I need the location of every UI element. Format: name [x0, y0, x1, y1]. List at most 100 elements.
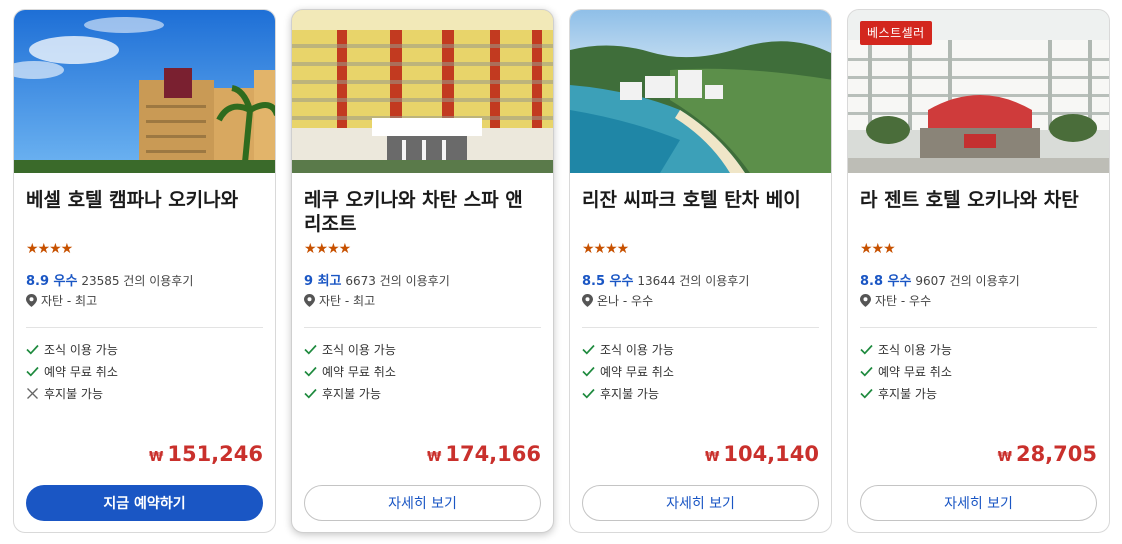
- review-count: 9607 건의 이용후기: [915, 274, 1020, 288]
- divider: [582, 327, 819, 328]
- star-rating: ★★★: [860, 241, 896, 257]
- price: ₩ 28,705: [998, 442, 1097, 466]
- check-icon: [304, 366, 317, 377]
- feature-item: 후지불 가능: [26, 382, 118, 404]
- review-summary: 9 최고 6673 건의 이용후기: [304, 270, 450, 289]
- hotel-name[interactable]: 라 젠트 호텔 오키나와 차탄: [860, 188, 1100, 212]
- review-score: 8.8 우수: [860, 274, 912, 289]
- feature-label: 후지불 가능: [600, 386, 660, 401]
- feature-label: 예약 무료 취소: [44, 364, 118, 379]
- check-icon: [582, 344, 595, 355]
- price-value: 104,140: [723, 442, 819, 466]
- feature-list: 조식 이용 가능 예약 무료 취소 후지불 가능: [582, 338, 674, 404]
- currency-symbol: ₩: [997, 450, 1012, 465]
- hotel-name[interactable]: 리잔 씨파크 호텔 탄차 베이: [582, 188, 822, 212]
- bestseller-badge: 베스트셀러: [860, 21, 932, 45]
- map-pin-icon: [582, 294, 593, 307]
- check-icon: [582, 388, 595, 399]
- feature-label: 조식 이용 가능: [322, 342, 396, 357]
- location: 자탄 - 우수: [860, 292, 931, 309]
- feature-label: 후지불 가능: [322, 386, 382, 401]
- currency-symbol: ₩: [427, 450, 442, 465]
- feature-item: 예약 무료 취소: [26, 360, 118, 382]
- feature-label: 조식 이용 가능: [44, 342, 118, 357]
- location: 자탄 - 최고: [304, 292, 375, 309]
- feature-label: 조식 이용 가능: [600, 342, 674, 357]
- location-label: 자탄 - 우수: [875, 294, 932, 308]
- hotel-photo[interactable]: [14, 10, 275, 173]
- feature-list: 조식 이용 가능 예약 무료 취소 후지불 가능: [860, 338, 952, 404]
- review-score: 9 최고: [304, 274, 342, 289]
- map-pin-icon: [860, 294, 871, 307]
- check-icon: [860, 388, 873, 399]
- feature-item: 예약 무료 취소: [582, 360, 674, 382]
- feature-label: 후지불 가능: [44, 386, 104, 401]
- location-label: 자탄 - 최고: [41, 294, 98, 308]
- check-icon: [304, 344, 317, 355]
- check-icon: [582, 366, 595, 377]
- price: ₩ 104,140: [705, 442, 819, 466]
- feature-item: 조식 이용 가능: [860, 338, 952, 360]
- hotel-card[interactable]: 레쿠 오키나와 차탄 스파 앤 리조트 ★★★★ 9 최고 6673 건의 이용…: [291, 9, 554, 533]
- review-count: 6673 건의 이용후기: [345, 274, 450, 288]
- hotel-card[interactable]: 베셀 호텔 캠파나 오키나와 ★★★★ 8.9 우수 23585 건의 이용후기…: [13, 9, 276, 533]
- price: ₩ 151,246: [149, 442, 263, 466]
- hotel-photo[interactable]: [570, 10, 831, 173]
- view-details-button[interactable]: 자세히 보기: [582, 485, 819, 521]
- hotel-card[interactable]: 리잔 씨파크 호텔 탄차 베이 ★★★★ 8.5 우수 13644 건의 이용후…: [569, 9, 832, 533]
- hotel-card-list: 베셀 호텔 캠파나 오키나와 ★★★★ 8.9 우수 23585 건의 이용후기…: [0, 0, 1122, 544]
- price-value: 28,705: [1015, 442, 1097, 466]
- review-count: 13644 건의 이용후기: [637, 274, 750, 288]
- view-details-button[interactable]: 자세히 보기: [860, 485, 1097, 521]
- feature-label: 예약 무료 취소: [322, 364, 396, 379]
- feature-list: 조식 이용 가능 예약 무료 취소 후지불 가능: [304, 338, 396, 404]
- check-icon: [860, 344, 873, 355]
- feature-label: 예약 무료 취소: [600, 364, 674, 379]
- hotel-name[interactable]: 베셀 호텔 캠파나 오키나와: [26, 188, 266, 212]
- star-rating: ★★★★: [26, 241, 73, 257]
- cross-icon: [27, 387, 38, 399]
- feature-item: 조식 이용 가능: [304, 338, 396, 360]
- feature-label: 예약 무료 취소: [878, 364, 952, 379]
- hotel-photo[interactable]: [292, 10, 553, 173]
- review-summary: 8.8 우수 9607 건의 이용후기: [860, 270, 1020, 289]
- review-count: 23585 건의 이용후기: [81, 274, 194, 288]
- price: ₩ 174,166: [427, 442, 541, 466]
- feature-item: 조식 이용 가능: [582, 338, 674, 360]
- review-summary: 8.9 우수 23585 건의 이용후기: [26, 270, 193, 289]
- feature-item: 후지불 가능: [304, 382, 396, 404]
- map-pin-icon: [304, 294, 315, 307]
- book-now-button[interactable]: 지금 예약하기: [26, 485, 263, 521]
- divider: [304, 327, 541, 328]
- divider: [860, 327, 1097, 328]
- feature-item: 예약 무료 취소: [860, 360, 952, 382]
- map-pin-icon: [26, 294, 37, 307]
- feature-label: 후지불 가능: [878, 386, 938, 401]
- view-details-button[interactable]: 자세히 보기: [304, 485, 541, 521]
- feature-item: 예약 무료 취소: [304, 360, 396, 382]
- check-icon: [860, 366, 873, 377]
- check-icon: [26, 366, 39, 377]
- location: 온나 - 우수: [582, 292, 653, 309]
- currency-symbol: ₩: [705, 450, 720, 465]
- location: 자탄 - 최고: [26, 292, 97, 309]
- hotel-card[interactable]: 베스트셀러 라 젠트 호텔 오키나와 차탄 ★★★ 8.8 우수 9607 건의…: [847, 9, 1110, 533]
- feature-item: 조식 이용 가능: [26, 338, 118, 360]
- feature-item: 후지불 가능: [860, 382, 952, 404]
- review-score: 8.5 우수: [582, 274, 634, 289]
- review-score: 8.9 우수: [26, 274, 78, 289]
- star-rating: ★★★★: [304, 241, 351, 257]
- check-icon: [304, 388, 317, 399]
- location-label: 자탄 - 최고: [319, 294, 376, 308]
- check-icon: [26, 344, 39, 355]
- hotel-name[interactable]: 레쿠 오키나와 차탄 스파 앤 리조트: [304, 188, 544, 236]
- star-rating: ★★★★: [582, 241, 629, 257]
- feature-item: 후지불 가능: [582, 382, 674, 404]
- feature-label: 조식 이용 가능: [878, 342, 952, 357]
- price-value: 151,246: [167, 442, 263, 466]
- divider: [26, 327, 263, 328]
- currency-symbol: ₩: [149, 450, 164, 465]
- location-label: 온나 - 우수: [597, 294, 654, 308]
- hotel-photo[interactable]: 베스트셀러: [848, 10, 1109, 173]
- feature-list: 조식 이용 가능 예약 무료 취소 후지불 가능: [26, 338, 118, 404]
